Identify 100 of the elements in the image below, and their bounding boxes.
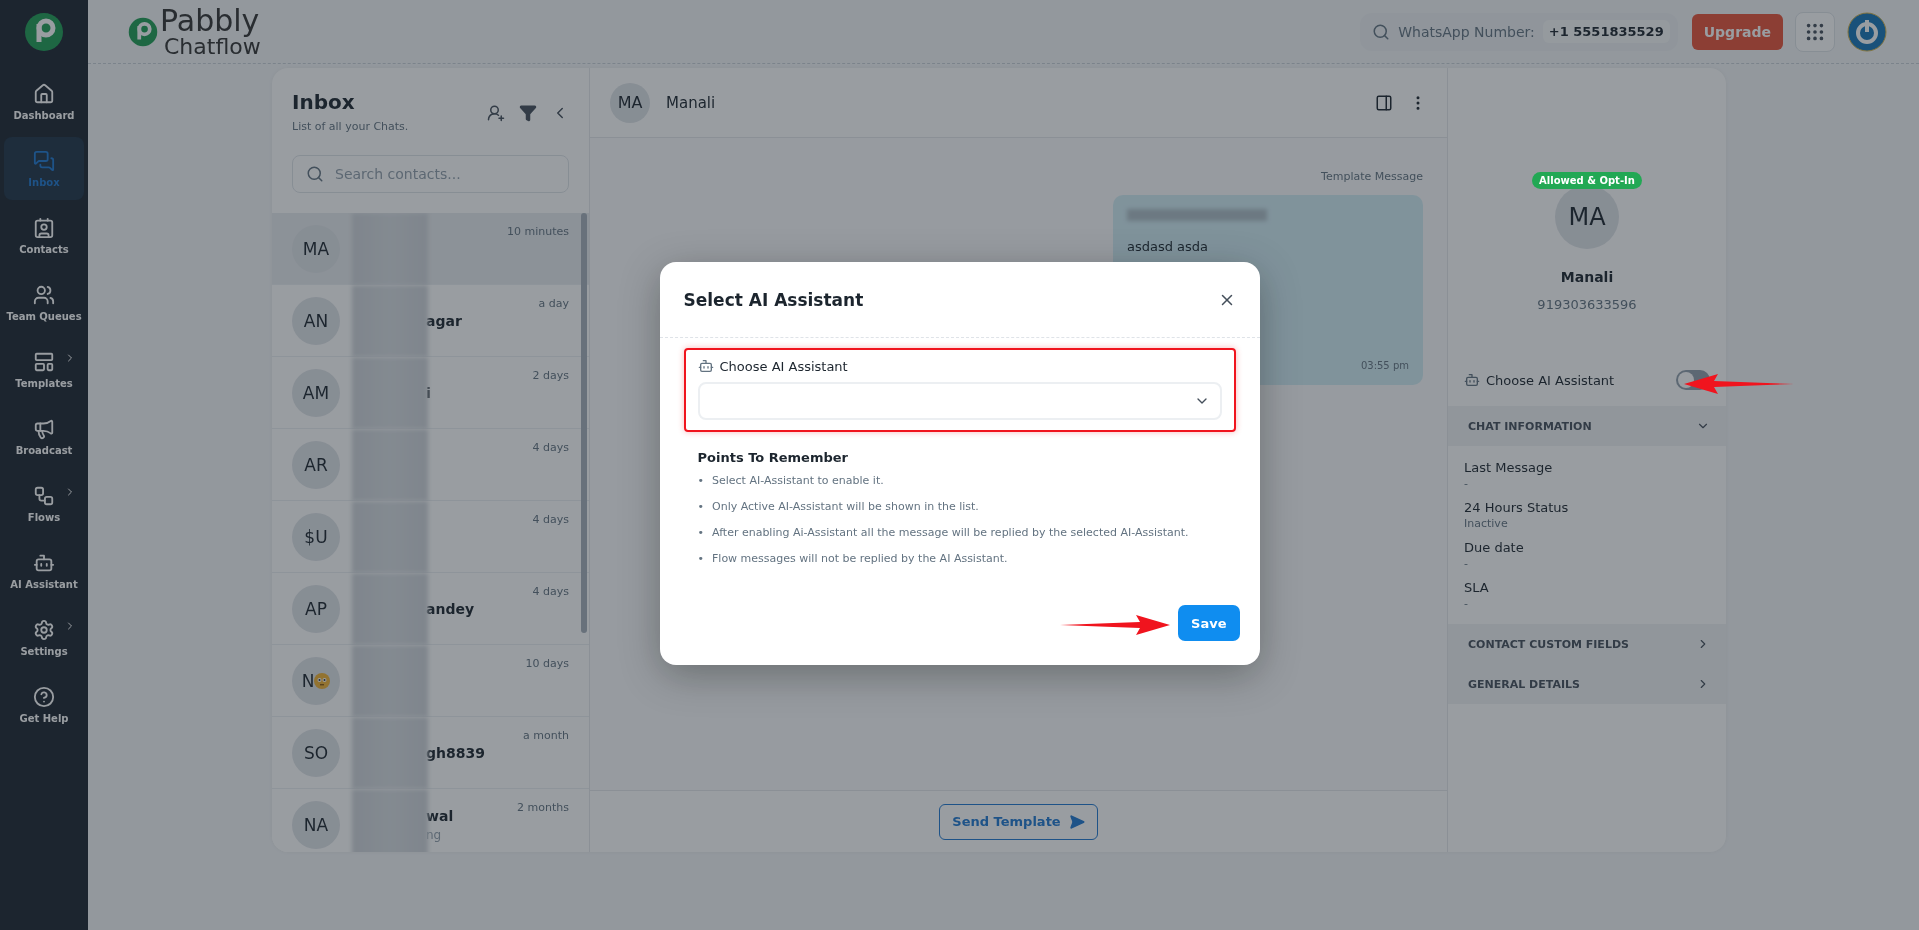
section-header[interactable]: CONTACT CUSTOM FIELDS xyxy=(1448,624,1726,664)
logo-icon xyxy=(128,16,158,47)
contact-name: wal xyxy=(426,807,454,824)
chat-list-item[interactable]: SO gh8839 a month xyxy=(272,717,589,789)
contact-name: andey xyxy=(426,600,475,617)
filter-icon[interactable] xyxy=(519,104,537,122)
inbox-title: Inbox xyxy=(292,90,356,114)
bullet: • xyxy=(697,473,704,489)
chat-time: 4 days xyxy=(532,441,569,454)
send-template-button[interactable]: Send Template xyxy=(939,803,1098,840)
nav-item[interactable]: Broadcast xyxy=(4,405,84,468)
contact-avatar: AP xyxy=(292,584,340,633)
team-icon xyxy=(33,283,55,306)
chat-time: 10 days xyxy=(525,657,569,670)
nav-label: Contacts xyxy=(19,243,69,255)
contact-phone: 919303633596 xyxy=(1537,297,1637,312)
save-button[interactable]: Save xyxy=(1178,605,1240,641)
modal-title: Select AI Assistant xyxy=(683,289,864,310)
section-header[interactable]: GENERAL DETAILS xyxy=(1448,664,1726,704)
chat-list-item[interactable]: $U 4 days xyxy=(272,501,589,573)
logo-icon xyxy=(24,12,64,52)
contact-name: i xyxy=(426,384,431,401)
chat-list-item[interactable]: MA 10 minutes xyxy=(272,213,589,285)
nav-item[interactable]: AI Assistant xyxy=(4,539,84,602)
bullet: • xyxy=(697,551,704,567)
nav-item[interactable]: Team Queues xyxy=(4,271,84,334)
point-item: Select AI-Assistant to enable it. xyxy=(712,473,884,489)
send-icon xyxy=(1068,813,1085,830)
nav-item[interactable]: Contacts xyxy=(4,204,84,267)
contact-avatar: AN xyxy=(292,296,340,345)
field-value: Inactive xyxy=(1464,517,1509,530)
message-text: asdasd asda xyxy=(1127,239,1210,254)
contact-name: agar xyxy=(426,312,462,329)
apps-button[interactable] xyxy=(1795,11,1835,52)
contact-avatar: NA xyxy=(292,800,340,849)
nav-item[interactable]: Flows xyxy=(4,472,84,535)
template-label: Template Message xyxy=(1321,170,1423,183)
chat-list-item[interactable]: N 10 days xyxy=(272,645,589,717)
help-icon xyxy=(33,685,55,708)
search-icon xyxy=(306,165,324,183)
chat-time: 10 minutes xyxy=(506,225,569,238)
chat-list-item[interactable]: AM i 2 days xyxy=(272,357,589,429)
chat-time: 4 days xyxy=(532,585,569,598)
contact-avatar: N xyxy=(292,656,340,705)
point-item: After enabling Ai-Assistant all the message will be replied by the selected AI-Assistant. xyxy=(712,525,1189,541)
message-time: 03:55 pm xyxy=(1360,360,1409,371)
contact-avatar: SO xyxy=(292,728,340,777)
chat-list-item[interactable]: AR 4 days xyxy=(272,429,589,501)
nav-label: Team Queues xyxy=(6,310,82,322)
section-header[interactable]: CHAT INFORMATION xyxy=(1448,406,1726,446)
home-icon xyxy=(33,82,55,105)
nav-label: Get Help xyxy=(19,712,69,724)
nav-item[interactable]: Templates xyxy=(4,338,84,401)
search-field[interactable]: Search contacts... xyxy=(292,155,569,193)
contact-name: gh8839 xyxy=(426,744,485,761)
point-item: Only Active AI-Assistant will be shown in the list. xyxy=(712,499,979,515)
robot-icon xyxy=(1464,372,1480,388)
field-label: Last Message xyxy=(1464,460,1554,475)
emoji-icon xyxy=(314,672,331,689)
account-avatar[interactable] xyxy=(1847,11,1887,52)
nav-item[interactable]: Settings xyxy=(4,606,84,669)
chat-contact-name: Manali xyxy=(666,93,716,112)
field-label: SLA xyxy=(1464,580,1490,595)
chat-time: a month xyxy=(523,729,569,742)
nav-label: Templates xyxy=(15,377,73,389)
field-value: - xyxy=(1464,597,1469,610)
ai-assistant-label: Choose AI Assistant xyxy=(1486,372,1615,388)
bullet: • xyxy=(697,525,704,541)
scrollbar[interactable] xyxy=(581,213,587,633)
add-user-icon[interactable] xyxy=(487,104,505,122)
contact-card-icon xyxy=(33,216,55,239)
point-item: Flow messages will not be replied by the AI Assistant. xyxy=(712,551,1008,567)
settings-icon xyxy=(33,618,55,641)
nav-item[interactable]: Get Help xyxy=(4,673,84,736)
panel-toggle-icon[interactable] xyxy=(1375,93,1393,112)
chat-list-item[interactable]: AP andey 4 days xyxy=(272,573,589,645)
field-label: Due date xyxy=(1464,540,1525,555)
megaphone-icon xyxy=(33,417,55,440)
chat-list-item[interactable]: NA wal ng 2 months xyxy=(272,789,589,852)
nav-label: Dashboard xyxy=(13,109,75,121)
bullet: • xyxy=(697,499,704,515)
chat-time: 2 months xyxy=(517,801,569,814)
chat-time: 2 days xyxy=(532,369,569,382)
brand-name: Pabbly xyxy=(160,5,261,36)
chat-time: a day xyxy=(538,297,569,310)
contact-avatar: $U xyxy=(292,512,340,561)
nav-label: Flows xyxy=(27,511,61,523)
inbox-subtitle: List of all your Chats. xyxy=(292,120,409,133)
nav-item[interactable]: Dashboard xyxy=(4,70,84,133)
contact-avatar: AR xyxy=(292,440,340,489)
template-icon xyxy=(33,350,55,373)
contact-avatar: AM xyxy=(292,368,340,417)
chat-time: 4 days xyxy=(532,513,569,526)
robot-icon xyxy=(697,358,714,374)
search-icon xyxy=(1372,22,1391,41)
chat-list-item[interactable]: AN agar a day xyxy=(272,285,589,357)
field-value: - xyxy=(1464,557,1469,570)
contact-avatar: MA xyxy=(292,224,340,273)
nav-label: Inbox xyxy=(28,176,60,188)
points-title: Points To Remember xyxy=(697,450,849,465)
